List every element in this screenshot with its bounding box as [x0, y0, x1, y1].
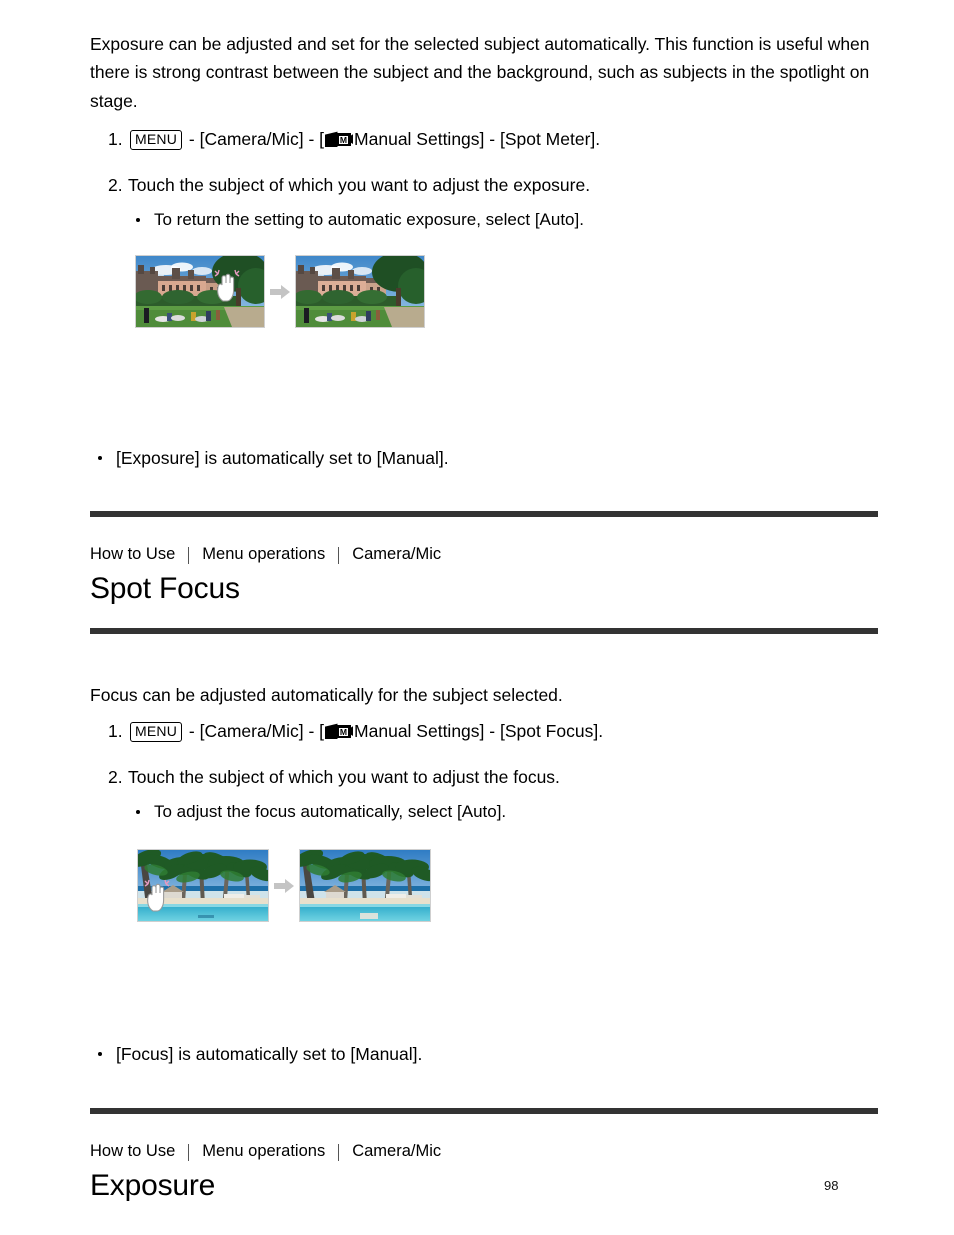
- page-title-spot-focus: Spot Focus: [90, 572, 240, 605]
- arrow-right-icon: [265, 255, 295, 328]
- breadcrumb-separator: [338, 1144, 340, 1161]
- spot-focus-figure: [137, 849, 431, 922]
- step-number: 2.: [108, 767, 123, 787]
- step-content: MENU - [Camera/Mic] - [ M Manual Settings]…: [128, 721, 604, 742]
- step-number: 2.: [108, 175, 123, 195]
- spot-meter-steps: 1. MENU - [Camera/Mic] - [ M Manual Settin…: [90, 126, 890, 250]
- arrow-right-icon: [269, 849, 299, 922]
- breadcrumb-separator: [188, 547, 190, 564]
- breadcrumb-item-how-to-use[interactable]: How to Use: [90, 1142, 175, 1161]
- step-sub-bullets: To return the setting to automatic expos…: [128, 208, 890, 232]
- breadcrumb-item-how-to-use[interactable]: How to Use: [90, 545, 175, 564]
- spot-meter-note: [Exposure] is automatically set to [Manu…: [90, 446, 449, 470]
- svg-text:M: M: [340, 727, 347, 737]
- manual-settings-camcorder-icon: M: [325, 721, 354, 739]
- sub-bullet-item: To adjust the focus automatically, selec…: [128, 800, 890, 824]
- spot-meter-intro-paragraph: Exposure can be adjusted and set for the…: [90, 33, 870, 111]
- breadcrumb-item-menu-operations[interactable]: Menu operations: [202, 1142, 325, 1161]
- step-item: 2. Touch the subject of which you want t…: [90, 764, 890, 824]
- breadcrumb-item-menu-operations[interactable]: Menu operations: [202, 545, 325, 564]
- breadcrumb: How to Use Menu operations Camera/Mic: [90, 1142, 441, 1161]
- manual-settings-camcorder-icon: M: [325, 129, 354, 147]
- breadcrumb-item-camera-mic[interactable]: Camera/Mic: [352, 545, 441, 564]
- step-item: 2. Touch the subject of which you want t…: [90, 172, 890, 232]
- step-sub-bullets: To adjust the focus automatically, selec…: [128, 800, 890, 824]
- breadcrumb: How to Use Menu operations Camera/Mic: [90, 545, 441, 564]
- step-item: 1. MENU - [Camera/Mic] - [ M Manual Settin…: [90, 718, 890, 744]
- breadcrumb-separator: [338, 547, 340, 564]
- beach-scene-after-touch: [299, 849, 431, 922]
- spot-focus-intro-paragraph: Focus can be adjusted automatically for …: [90, 684, 563, 705]
- breadcrumb-item-camera-mic[interactable]: Camera/Mic: [352, 1142, 441, 1161]
- park-scene-before-touch: [135, 255, 265, 328]
- step-number: 1.: [108, 129, 123, 149]
- section-divider-exposure: [90, 1108, 878, 1114]
- svg-text:M: M: [340, 135, 347, 145]
- step-number: 1.: [108, 721, 123, 741]
- breadcrumb-separator: [188, 1144, 190, 1161]
- document-page: Exposure can be adjusted and set for the…: [0, 0, 954, 1235]
- touch-hand-cursor-icon: [144, 878, 170, 912]
- menu-key-button[interactable]: MENU: [130, 130, 183, 150]
- sub-bullet-item: To return the setting to automatic expos…: [128, 208, 890, 232]
- step-item: 1. MENU - [Camera/Mic] - [ M Manual Settin…: [90, 126, 890, 152]
- step-content: Touch the subject of which you want to a…: [128, 767, 560, 787]
- step-content: MENU - [Camera/Mic] - [ M Manual Settings]…: [128, 129, 601, 150]
- step-text-before-icon: - [Camera/Mic] - [: [184, 129, 325, 149]
- spot-focus-note: [Focus] is automatically set to [Manual]…: [90, 1042, 422, 1066]
- step-text-before-icon: - [Camera/Mic] - [: [184, 721, 325, 741]
- park-scene-after-touch: [295, 255, 425, 328]
- beach-scene-before-touch: [137, 849, 269, 922]
- step-text-after-icon: Manual Settings] - [Spot Meter].: [354, 129, 601, 149]
- step-text-after-icon: Manual Settings] - [Spot Focus].: [354, 721, 604, 741]
- section-divider-top: [90, 511, 878, 517]
- page-title-exposure: Exposure: [90, 1169, 216, 1202]
- page-number: 98: [824, 1178, 839, 1193]
- spot-focus-steps: 1. MENU - [Camera/Mic] - [ M Manual Settin…: [90, 718, 890, 842]
- step-content: Touch the subject of which you want to a…: [128, 175, 591, 195]
- touch-hand-cursor-icon: [214, 268, 240, 302]
- spot-meter-figure: [135, 255, 425, 328]
- menu-key-button[interactable]: MENU: [130, 722, 183, 742]
- section-divider-bottom: [90, 628, 878, 634]
